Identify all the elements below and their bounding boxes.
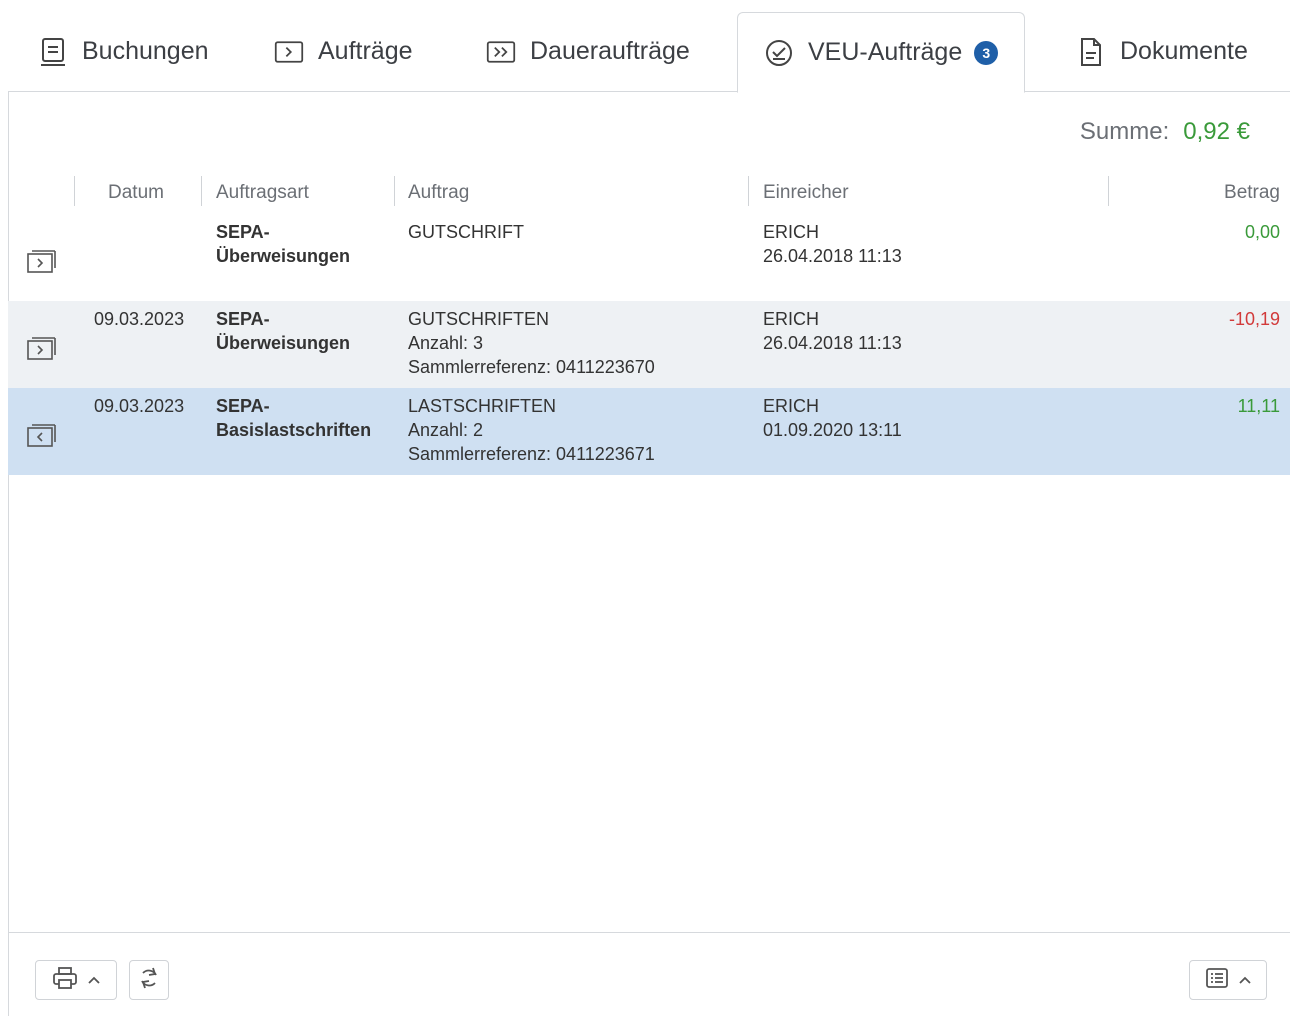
list-view-icon xyxy=(1205,967,1229,994)
cell-auftragsart: SEPA- Überweisungen xyxy=(216,222,351,266)
sum-label: Summe: xyxy=(1079,118,1170,145)
cell-einreicher: ERICH 26.04.2018 11:13 xyxy=(763,309,902,353)
cell-einreicher: ERICH 26.04.2018 11:13 xyxy=(763,222,902,266)
column-header-auftragsart[interactable]: Auftragsart xyxy=(216,182,309,204)
table-header: Datum Auftragsart Auftrag Einreicher Bet… xyxy=(8,176,1290,210)
cell-betrag: -10,19 xyxy=(1228,309,1280,329)
tab-bar: Buchungen Aufträge Daueraufträge VEU-Auf… xyxy=(8,12,1290,93)
incoming-debit-icon xyxy=(26,422,58,453)
cell-auftrag: LASTSCHRIFTEN Anzahl: 2 Sammlerreferenz:… xyxy=(408,396,655,464)
cell-auftragsart: SEPA- Basislastschriften xyxy=(216,396,372,440)
standing-order-icon xyxy=(486,37,516,67)
tab-dokumente[interactable]: Dokumente xyxy=(1076,12,1248,91)
refresh-button[interactable] xyxy=(129,960,169,1000)
sum-display: Summe: 0,92 € xyxy=(1080,118,1250,146)
cell-betrag: 0,00 xyxy=(1244,222,1280,242)
sum-value: 0,92 € xyxy=(1183,118,1250,145)
print-button[interactable] xyxy=(35,960,117,1000)
tab-auftraege[interactable]: Aufträge xyxy=(274,12,413,91)
column-divider[interactable] xyxy=(394,176,395,206)
cell-betrag: 11,11 xyxy=(1237,396,1280,416)
chevron-up-icon xyxy=(1239,971,1251,989)
tab-label: Aufträge xyxy=(318,37,413,65)
tab-label: Dokumente xyxy=(1120,37,1248,65)
tab-label: Buchungen xyxy=(82,37,209,65)
refresh-icon xyxy=(138,966,160,995)
view-options-button[interactable] xyxy=(1189,960,1267,1000)
column-divider[interactable] xyxy=(1108,176,1109,206)
column-header-einreicher[interactable]: Einreicher xyxy=(763,182,849,204)
cell-datum: 09.03.2023 xyxy=(94,309,185,329)
count-badge: 3 xyxy=(974,40,999,65)
column-divider[interactable] xyxy=(748,176,749,206)
cell-auftragsart: SEPA- Überweisungen xyxy=(216,309,351,353)
tab-buchungen[interactable]: Buchungen xyxy=(38,12,209,91)
check-circle-icon xyxy=(764,38,794,68)
table-row[interactable]: 09.03.2023 SEPA- Überweisungen GUTSCHRIF… xyxy=(8,301,1290,388)
outgoing-transfer-icon xyxy=(26,248,58,279)
column-header-betrag[interactable]: Betrag xyxy=(1224,182,1280,204)
tab-label: VEU-Aufträge xyxy=(808,38,963,66)
tab-dauerauftraege[interactable]: Daueraufträge xyxy=(486,12,690,91)
column-divider[interactable] xyxy=(201,176,202,206)
column-header-auftrag[interactable]: Auftrag xyxy=(408,182,469,204)
ledger-icon xyxy=(38,37,68,67)
chevron-up-icon xyxy=(88,971,100,989)
cell-einreicher: ERICH 01.09.2020 13:11 xyxy=(763,396,902,440)
table-row[interactable]: 09.03.2023 SEPA- Basislastschriften LAST… xyxy=(8,388,1290,475)
cell-auftrag: GUTSCHRIFT xyxy=(408,222,524,242)
tab-label: Daueraufträge xyxy=(530,37,690,65)
column-header-datum[interactable]: Datum xyxy=(108,182,164,204)
outgoing-transfer-icon xyxy=(26,335,58,366)
cell-datum: 09.03.2023 xyxy=(94,396,185,416)
column-divider[interactable] xyxy=(74,176,75,206)
order-icon xyxy=(274,37,304,67)
footer-toolbar xyxy=(8,932,1290,1016)
document-icon xyxy=(1076,37,1106,67)
cell-auftrag: GUTSCHRIFTEN Anzahl: 3 Sammlerreferenz: … xyxy=(408,309,655,377)
tab-veu-auftraege[interactable]: VEU-Aufträge 3 xyxy=(737,12,1026,93)
printer-icon xyxy=(52,966,78,995)
table-row[interactable]: SEPA- Überweisungen GUTSCHRIFT ERICH 26.… xyxy=(8,214,1290,301)
